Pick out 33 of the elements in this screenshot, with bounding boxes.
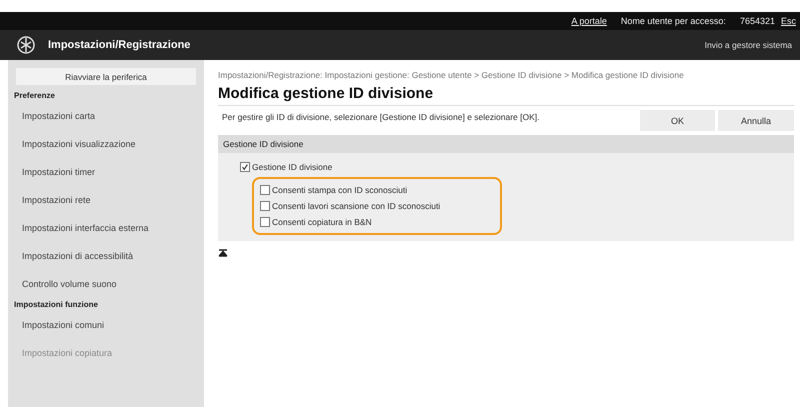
admin-link[interactable]: Invio a gestore sistema: [704, 40, 792, 50]
sidebar-item[interactable]: Impostazioni interfaccia esterna: [12, 214, 200, 242]
sidebar-item[interactable]: Controllo volume suono: [12, 270, 200, 298]
sidebar-item[interactable]: Impostazioni carta: [12, 102, 200, 130]
ok-button[interactable]: OK: [640, 110, 715, 132]
checkbox[interactable]: [260, 185, 270, 196]
header-title: Impostazioni/Registrazione: [48, 39, 192, 51]
restart-button[interactable]: Riavviare la periferica: [16, 68, 196, 85]
sidebar-item[interactable]: Impostazioni visualizzazione: [12, 130, 200, 158]
option-label: Consenti copiatura in B&N: [272, 217, 372, 228]
cancel-button[interactable]: Annulla: [718, 110, 794, 132]
option-label: Consenti lavori scansione con ID sconosciuti: [272, 201, 440, 212]
scroll-to-top-icon[interactable]: [218, 249, 228, 258]
sidebar-item[interactable]: Impostazioni comuni: [12, 311, 200, 339]
username-label: Nome utente per accesso:: [620, 16, 726, 26]
option-label: Gestione ID divisione: [252, 162, 332, 172]
checkbox[interactable]: [240, 162, 250, 172]
breadcrumb: Impostazioni/Registrazione: Impostazioni gestione: Gestione utente > Gestione ID divisione > Modifica gestione ID divisione: [218, 70, 685, 80]
sidebar-item[interactable]: Impostazioni rete: [12, 186, 200, 214]
logout-link[interactable]: Esc: [780, 16, 796, 26]
sidebar-item[interactable]: Impostazioni timer: [12, 158, 200, 186]
user-id: 7654321: [740, 16, 775, 26]
sidebar-section-title: Preferenze: [13, 90, 56, 102]
checkbox[interactable]: [260, 201, 270, 212]
checkbox[interactable]: [260, 217, 270, 228]
emblem-icon: [16, 35, 36, 55]
portal-link[interactable]: A portale: [571, 16, 607, 26]
sidebar-section-title: Impostazioni funzione: [13, 299, 99, 311]
instruction-text: Per gestire gli ID di divisione, selezionare [Gestione ID divisione] e selezionare [OK].: [221, 111, 540, 124]
section-header: Gestione ID divisione: [218, 135, 794, 154]
sidebar-item[interactable]: Impostazioni di accessibilità: [12, 242, 200, 270]
option-label: Consenti stampa con ID sconosciuti: [272, 185, 408, 196]
page-title: Modifica gestione ID divisione: [218, 80, 794, 106]
